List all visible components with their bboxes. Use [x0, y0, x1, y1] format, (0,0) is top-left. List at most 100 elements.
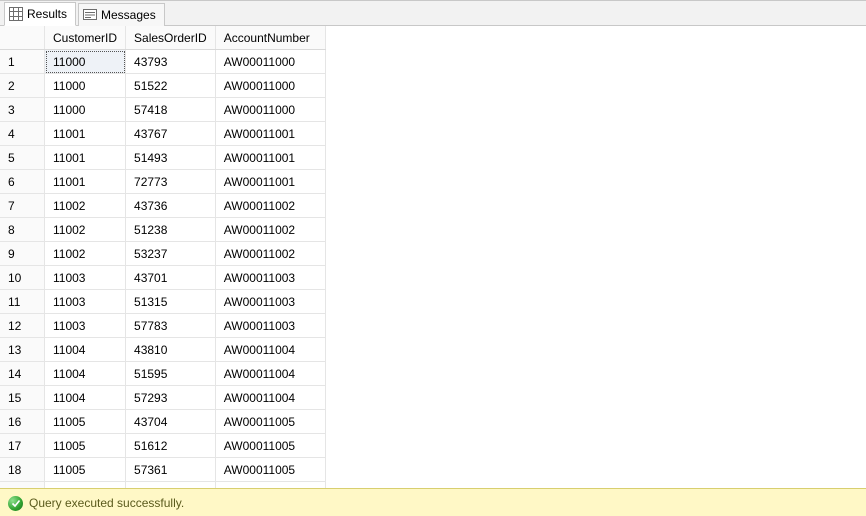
cell[interactable]: 11001	[45, 146, 126, 170]
cell[interactable]: AW00011005	[215, 458, 325, 482]
table-row[interactable]: 91100253237AW00011002	[0, 242, 325, 266]
col-header-salesorderid[interactable]: SalesOrderID	[126, 26, 216, 50]
results-grid-scroll[interactable]: CustomerID SalesOrderID AccountNumber 11…	[0, 26, 866, 488]
cell[interactable]: 51522	[126, 74, 216, 98]
cell[interactable]: 11004	[45, 338, 126, 362]
row-number[interactable]: 12	[0, 314, 45, 338]
cell[interactable]: 57361	[126, 458, 216, 482]
cell[interactable]: AW00011001	[215, 122, 325, 146]
row-number[interactable]: 1	[0, 50, 45, 74]
col-header-accountnumber[interactable]: AccountNumber	[215, 26, 325, 50]
cell[interactable]: 11004	[45, 362, 126, 386]
table-row[interactable]: 121100357783AW00011003	[0, 314, 325, 338]
cell[interactable]: 51612	[126, 434, 216, 458]
cell[interactable]: 43736	[126, 194, 216, 218]
cell[interactable]: 11005	[45, 434, 126, 458]
cell[interactable]: 57418	[126, 98, 216, 122]
cell[interactable]: 51315	[126, 290, 216, 314]
cell[interactable]: 43701	[126, 266, 216, 290]
cell[interactable]: 11000	[45, 74, 126, 98]
row-number[interactable]: 13	[0, 338, 45, 362]
table-row[interactable]: 101100343701AW00011003	[0, 266, 325, 290]
row-number[interactable]: 3	[0, 98, 45, 122]
tab-messages[interactable]: Messages	[78, 3, 165, 26]
table-row[interactable]: 71100243736AW00011002	[0, 194, 325, 218]
table-row[interactable]: 161100543704AW00011005	[0, 410, 325, 434]
cell[interactable]: 53237	[126, 242, 216, 266]
cell[interactable]: AW00011003	[215, 314, 325, 338]
cell[interactable]: AW00011001	[215, 146, 325, 170]
cell[interactable]: 11003	[45, 290, 126, 314]
cell[interactable]: AW00011004	[215, 338, 325, 362]
cell[interactable]: 43704	[126, 410, 216, 434]
row-number[interactable]: 4	[0, 122, 45, 146]
row-number[interactable]: 14	[0, 362, 45, 386]
table-row[interactable]: 31100057418AW00011000	[0, 98, 325, 122]
table-row[interactable]: 181100557361AW00011005	[0, 458, 325, 482]
row-number[interactable]: 9	[0, 242, 45, 266]
cell[interactable]: 43810	[126, 338, 216, 362]
cell[interactable]: 11002	[45, 242, 126, 266]
row-number[interactable]: 10	[0, 266, 45, 290]
cell[interactable]: 11000	[45, 50, 126, 74]
results-grid[interactable]: CustomerID SalesOrderID AccountNumber 11…	[0, 26, 326, 488]
row-number[interactable]: 8	[0, 218, 45, 242]
table-row[interactable]: 51100151493AW00011001	[0, 146, 325, 170]
row-header-corner[interactable]	[0, 26, 45, 50]
cell[interactable]: 51595	[126, 362, 216, 386]
cell[interactable]: 11001	[45, 170, 126, 194]
table-row[interactable]: 41100143767AW00011001	[0, 122, 325, 146]
row-number[interactable]: 17	[0, 434, 45, 458]
tab-results[interactable]: Results	[4, 2, 76, 26]
cell[interactable]: AW00011004	[215, 386, 325, 410]
cell[interactable]: 43767	[126, 122, 216, 146]
cell[interactable]: 51238	[126, 218, 216, 242]
cell[interactable]: AW00011003	[215, 266, 325, 290]
row-number[interactable]: 5	[0, 146, 45, 170]
table-row[interactable]: 151100457293AW00011004	[0, 386, 325, 410]
table-row[interactable]: 131100443810AW00011004	[0, 338, 325, 362]
table-row[interactable]: 61100172773AW00011001	[0, 170, 325, 194]
cell[interactable]: 11005	[45, 410, 126, 434]
col-header-customerid[interactable]: CustomerID	[45, 26, 126, 50]
row-number[interactable]: 6	[0, 170, 45, 194]
cell[interactable]: AW00011002	[215, 218, 325, 242]
cell[interactable]: 11003	[45, 314, 126, 338]
table-row[interactable]: 11100043793AW00011000	[0, 50, 325, 74]
cell[interactable]: 11005	[45, 458, 126, 482]
cell[interactable]: AW00011000	[215, 50, 325, 74]
table-row[interactable]: 21100051522AW00011000	[0, 74, 325, 98]
cell[interactable]: AW00011002	[215, 242, 325, 266]
cell[interactable]: 72773	[126, 170, 216, 194]
cell[interactable]: 43793	[126, 50, 216, 74]
row-number[interactable]: 7	[0, 194, 45, 218]
table-row[interactable]: 171100551612AW00011005	[0, 434, 325, 458]
cell[interactable]: 11002	[45, 218, 126, 242]
cell[interactable]: 57783	[126, 314, 216, 338]
cell[interactable]: 11002	[45, 194, 126, 218]
table-row[interactable]: 141100451595AW00011004	[0, 362, 325, 386]
cell[interactable]: 11000	[45, 98, 126, 122]
cell[interactable]: 51493	[126, 146, 216, 170]
row-number[interactable]: 11	[0, 290, 45, 314]
cell[interactable]: 11001	[45, 122, 126, 146]
row-number[interactable]: 15	[0, 386, 45, 410]
table-row[interactable]: 81100251238AW00011002	[0, 218, 325, 242]
tab-results-label: Results	[27, 7, 67, 21]
cell[interactable]: 57293	[126, 386, 216, 410]
cell[interactable]: AW00011004	[215, 362, 325, 386]
cell[interactable]: 11003	[45, 266, 126, 290]
tab-messages-label: Messages	[101, 8, 156, 22]
cell[interactable]: 11004	[45, 386, 126, 410]
cell[interactable]: AW00011001	[215, 170, 325, 194]
row-number[interactable]: 18	[0, 458, 45, 482]
cell[interactable]: AW00011000	[215, 98, 325, 122]
cell[interactable]: AW00011003	[215, 290, 325, 314]
row-number[interactable]: 16	[0, 410, 45, 434]
cell[interactable]: AW00011000	[215, 74, 325, 98]
row-number[interactable]: 2	[0, 74, 45, 98]
cell[interactable]: AW00011002	[215, 194, 325, 218]
cell[interactable]: AW00011005	[215, 410, 325, 434]
cell[interactable]: AW00011005	[215, 434, 325, 458]
table-row[interactable]: 111100351315AW00011003	[0, 290, 325, 314]
